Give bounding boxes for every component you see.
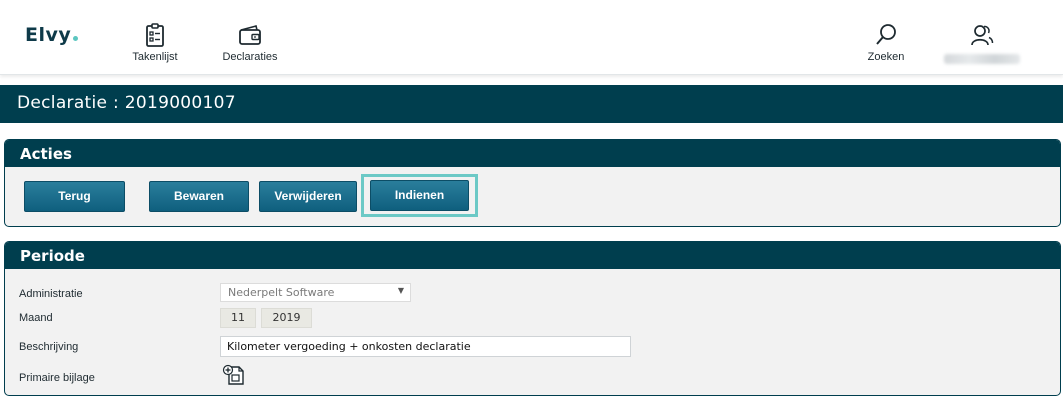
page-title-bar: Declaratie : 2019000107 xyxy=(0,85,1063,123)
nav-declaraties-label: Declaraties xyxy=(222,51,278,63)
page-title: Declaratie : 2019000107 xyxy=(17,93,236,113)
bewaren-button[interactable]: Bewaren xyxy=(149,181,249,212)
add-attachment-icon[interactable] xyxy=(222,364,246,386)
acties-header: Acties xyxy=(5,140,1060,167)
user-name-redacted xyxy=(944,54,1020,64)
chevron-down-icon: ▼ xyxy=(397,286,404,295)
indienen-highlight: Indienen xyxy=(361,174,478,217)
checklist-icon xyxy=(146,23,164,47)
administratie-select[interactable]: Nederpelt Software ▼ xyxy=(220,283,411,302)
administratie-label: Administratie xyxy=(19,288,83,300)
jaar-field: 2019 xyxy=(261,308,312,328)
nav-declaraties[interactable]: Declaraties xyxy=(216,22,284,63)
periode-panel: Periode Administratie Nederpelt Software… xyxy=(4,241,1061,396)
user-menu[interactable] xyxy=(942,22,1022,64)
acties-panel: Acties Terug Bewaren Verwijderen Indiene… xyxy=(4,139,1061,227)
primaire-bijlage-label: Primaire bijlage xyxy=(19,372,95,384)
verwijderen-button[interactable]: Verwijderen xyxy=(259,181,357,212)
terug-button[interactable]: Terug xyxy=(24,181,125,212)
nav-takenlijst[interactable]: Takenlijst xyxy=(124,22,186,63)
users-icon xyxy=(971,25,994,46)
elvy-logo[interactable]: Elvy xyxy=(25,24,79,46)
maand-field: 11 xyxy=(220,308,256,328)
periode-header: Periode xyxy=(5,242,1060,269)
wallet-icon xyxy=(239,25,261,45)
nav-zoeken-label: Zoeken xyxy=(867,51,905,63)
indienen-button[interactable]: Indienen xyxy=(370,180,469,211)
beschrijving-input[interactable]: Kilometer vergoeding + onkosten declarat… xyxy=(220,336,631,357)
logo-text: Elvy xyxy=(25,24,72,46)
top-navigation-bar: Elvy Takenlijst Declaraties Zoeken xyxy=(0,0,1063,75)
maand-label: Maand xyxy=(19,312,53,324)
beschrijving-label: Beschrijving xyxy=(19,341,79,353)
nav-takenlijst-label: Takenlijst xyxy=(132,51,178,63)
search-icon xyxy=(876,24,896,45)
logo-dot xyxy=(73,36,79,41)
administratie-value: Nederpelt Software xyxy=(228,286,335,299)
nav-zoeken[interactable]: Zoeken xyxy=(860,22,912,63)
